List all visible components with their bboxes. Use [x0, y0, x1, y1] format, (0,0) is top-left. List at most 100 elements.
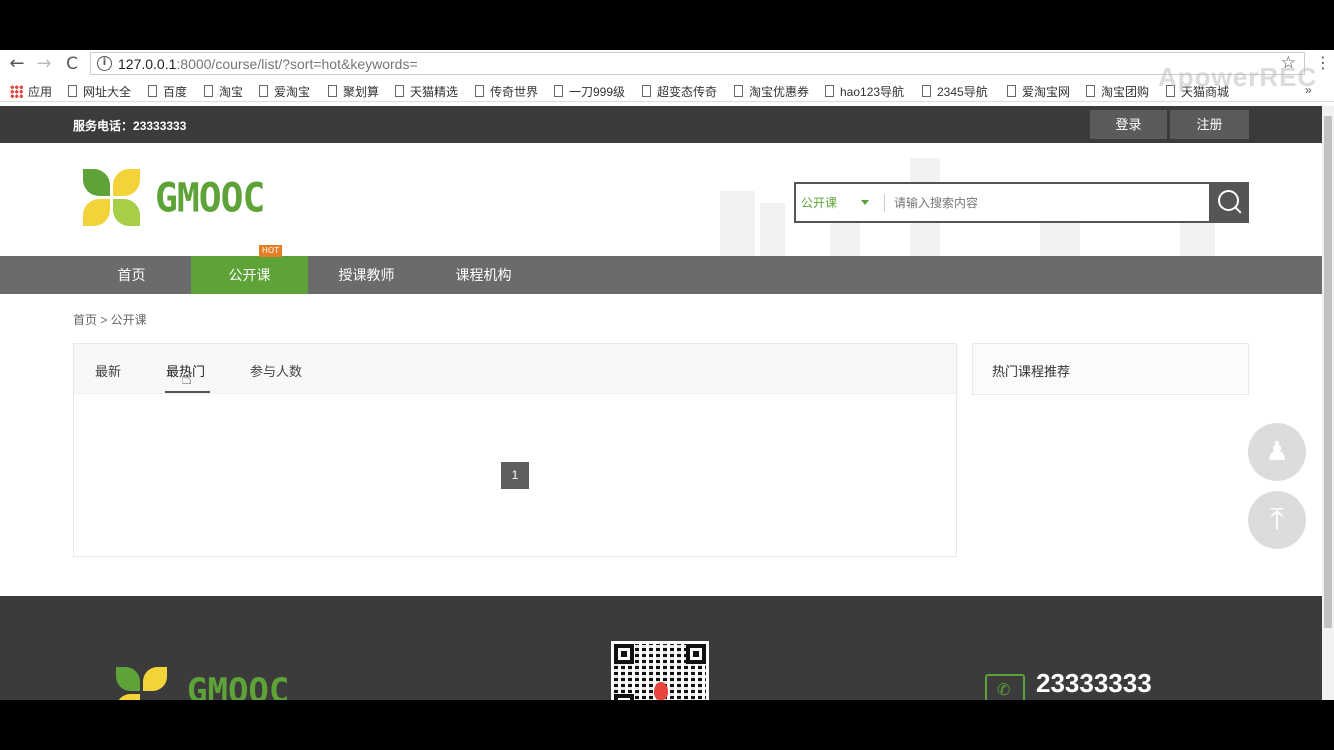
sort-tabs: 最新 最热门 参与人数: [74, 344, 956, 394]
browser-window: ← → C i 127.0.0.1:8000/course/list/?sort…: [0, 50, 1334, 700]
logo-leaf: [143, 667, 167, 691]
qr-code: [611, 641, 709, 700]
page-scrollbar[interactable]: [1322, 106, 1334, 700]
qr-finder: [686, 644, 706, 664]
logo-leaf: [113, 199, 140, 226]
qr-finder: [614, 694, 634, 700]
url-path: :8000/course/list/?sort=hot&keywords=: [176, 56, 418, 72]
forward-arrow-icon[interactable]: →: [34, 54, 54, 74]
footer-logo-text: GMOOC: [187, 671, 290, 700]
tab-participants[interactable]: 参与人数: [250, 361, 302, 380]
login-button[interactable]: 登录: [1090, 110, 1167, 139]
bookmark-item[interactable]: 传奇世界: [475, 83, 538, 100]
page-icon: [825, 85, 834, 97]
page-icon: [148, 85, 157, 97]
qq-contact-button[interactable]: ♟: [1248, 423, 1306, 481]
screen-frame: ← → C i 127.0.0.1:8000/course/list/?sort…: [0, 0, 1334, 750]
footer-logo: [116, 667, 173, 700]
site-header: GMOOC 公开课: [0, 143, 1322, 256]
bookmarks-bar: 应用 网址大全 百度 淘宝 爱淘宝 聚划算 天猫精选 传奇世界 一刀999级 超…: [0, 80, 1334, 102]
nav-organizations[interactable]: 课程机构: [425, 256, 542, 294]
address-bar[interactable]: i 127.0.0.1:8000/course/list/?sort=hot&k…: [90, 52, 1305, 75]
service-phone: 服务电话：23333333: [73, 119, 187, 133]
footer-phone: 23333333: [1036, 668, 1152, 698]
skyline-decoration: [1040, 218, 1080, 256]
nav-public-courses[interactable]: 公开课: [191, 256, 308, 294]
bookmark-item[interactable]: 爱淘宝网: [1007, 83, 1070, 100]
bookmark-item[interactable]: 爱淘宝: [259, 83, 310, 100]
page-icon: [475, 85, 484, 97]
search-type-select[interactable]: 公开课: [801, 194, 837, 211]
bookmark-item[interactable]: 百度: [148, 83, 187, 100]
hot-courses-sidebar: 热门课程推荐: [972, 343, 1249, 395]
address-bar-row: ← → C i 127.0.0.1:8000/course/list/?sort…: [0, 50, 1334, 77]
search-box: 公开课: [794, 182, 1249, 223]
bookmark-item[interactable]: hao123导航: [825, 83, 904, 100]
back-to-top-button[interactable]: ⤒: [1248, 491, 1306, 549]
logo-text[interactable]: GMOOC: [155, 175, 265, 221]
skyline-decoration: [720, 191, 755, 256]
bookmark-item[interactable]: 天猫精选: [395, 83, 458, 100]
register-button[interactable]: 注册: [1170, 110, 1249, 139]
page-icon: [1086, 85, 1095, 97]
info-icon[interactable]: i: [97, 56, 112, 71]
hot-badge: HOT: [259, 245, 282, 257]
logo-leaf: [83, 169, 110, 196]
scrollbar-thumb[interactable]: [1324, 116, 1332, 628]
flame-icon: [654, 682, 668, 700]
search-icon-handle: [1234, 206, 1242, 214]
browser-menu-icon[interactable]: ⋮: [1315, 53, 1331, 72]
logo-leaf: [116, 694, 140, 700]
page-icon: [1007, 85, 1016, 97]
site-footer: GMOOC ✆ 23333333: [0, 596, 1322, 700]
page-icon: [642, 85, 651, 97]
logo-leaf: [113, 169, 140, 196]
top-bar: 服务电话：23333333 登录 注册: [0, 106, 1322, 143]
back-arrow-icon[interactable]: ←: [7, 54, 27, 74]
page-icon: [922, 85, 931, 97]
page-1-button[interactable]: 1: [501, 462, 529, 489]
search-divider: [884, 194, 885, 212]
breadcrumb[interactable]: 首页 > 公开课: [73, 311, 147, 328]
nav-teachers[interactable]: 授课教师: [308, 256, 425, 294]
skyline-decoration: [760, 203, 785, 256]
hand-cursor-icon: ☝: [181, 368, 192, 389]
bookmark-item[interactable]: 网址大全: [68, 83, 131, 100]
page-icon: [554, 85, 563, 97]
active-tab-underline: [165, 391, 210, 393]
bookmark-item[interactable]: 聚划算: [328, 83, 379, 100]
qr-finder: [614, 644, 634, 664]
apps-grid-icon: [10, 85, 23, 98]
main-nav: 首页 公开课 授课教师 课程机构: [0, 256, 1322, 294]
bookmark-item[interactable]: 淘宝团购: [1086, 83, 1149, 100]
reload-icon[interactable]: C: [62, 54, 82, 74]
bookmark-item[interactable]: 2345导航: [922, 83, 988, 100]
search-button[interactable]: [1209, 182, 1249, 223]
url-host: 127.0.0.1: [118, 56, 177, 72]
bookmark-item[interactable]: 淘宝: [204, 83, 243, 100]
bookmark-item[interactable]: 超变态传奇: [642, 83, 717, 100]
page-icon: [68, 85, 77, 97]
url-text[interactable]: 127.0.0.1:8000/course/list/?sort=hot&key…: [118, 56, 418, 72]
search-input[interactable]: [894, 193, 1204, 213]
recorder-watermark: ApowerREC: [1158, 62, 1318, 92]
tab-newest[interactable]: 最新: [95, 361, 121, 380]
page-icon: [395, 85, 404, 97]
bookmark-apps[interactable]: 应用: [10, 83, 52, 100]
page-icon: [734, 85, 743, 97]
site-logo[interactable]: [83, 169, 143, 227]
sidebar-title: 热门课程推荐: [992, 364, 1071, 379]
logo-leaf: [116, 667, 140, 691]
page-icon: [204, 85, 213, 97]
logo-leaf: [83, 199, 110, 226]
page-icon: [328, 85, 337, 97]
chevron-down-icon[interactable]: [861, 200, 869, 205]
bookmark-item[interactable]: 淘宝优惠券: [734, 83, 809, 100]
course-list-panel: 最新 最热门 参与人数 1: [73, 343, 957, 557]
nav-home[interactable]: 首页: [72, 256, 191, 294]
arrow-up-icon: ⤒: [1270, 502, 1284, 537]
qq-penguin-icon: ♟: [1265, 437, 1289, 467]
page-icon: [259, 85, 268, 97]
phone-icon: ✆: [985, 674, 1025, 700]
bookmark-item[interactable]: 一刀999级: [554, 83, 625, 100]
